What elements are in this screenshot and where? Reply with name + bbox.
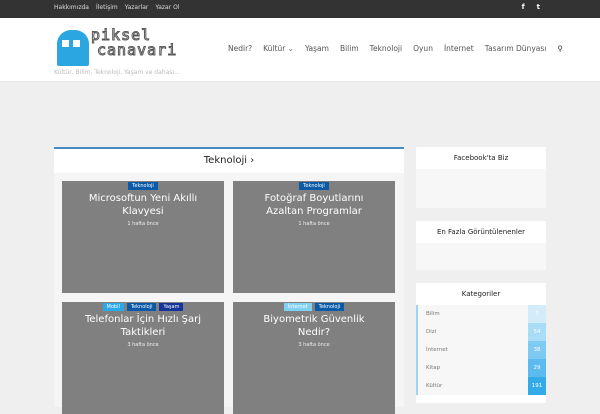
ghost-logo-icon	[57, 30, 89, 66]
category-count: 38	[528, 341, 546, 359]
category-tag[interactable]: Teknoloji	[299, 182, 329, 190]
category-item[interactable]: Dizi 54	[416, 323, 546, 341]
post-time: 3 hafta önce	[298, 342, 330, 348]
category-name: Dizi	[418, 323, 528, 341]
post-card[interactable]: İnternet Teknoloji Biyometrik Güvenlik Ned…	[233, 302, 395, 414]
category-tag[interactable]: Teknoloji	[126, 303, 157, 311]
logo-text-2: canavari	[96, 41, 178, 59]
post-title[interactable]: Microsoftun Yeni Akıllı Klavyesi	[62, 192, 224, 218]
popular-widget: En Fazla Görüntülenenler	[416, 221, 546, 270]
link-yazarlar[interactable]: Yazarlar	[125, 4, 149, 11]
nav-nedir[interactable]: Nedir?	[228, 44, 252, 53]
post-time: 1 hafta önce	[127, 221, 159, 227]
category-tag[interactable]: Yaşam	[159, 303, 184, 311]
category-count: 191	[528, 377, 546, 395]
category-tag[interactable]: Mobil	[102, 303, 124, 311]
nav-yasam[interactable]: Yaşam	[305, 44, 329, 53]
section-title[interactable]: Teknoloji ›	[54, 149, 404, 173]
tagline: Kültür, Bilim, Teknoloji, Yaşam ve dahas…	[54, 69, 180, 76]
category-tag[interactable]: İnternet	[283, 303, 312, 311]
post-card[interactable]: Mobil Teknoloji Yaşam Telefonlar İçin Hızlı…	[62, 302, 224, 414]
link-hakkimizda[interactable]: Hakkımızda	[54, 4, 89, 11]
category-name: İnternet	[418, 341, 528, 359]
post-title[interactable]: Telefonlar İçin Hızlı Şarj Taktikleri	[62, 313, 224, 339]
post-title[interactable]: Biyometrik Güvenlik Nedir?	[233, 313, 395, 339]
link-iletisim[interactable]: İletişim	[96, 4, 118, 11]
post-card[interactable]: Teknoloji Microsoftun Yeni Akıllı Klavyes…	[62, 181, 224, 293]
top-links: Hakkımızda İletişim Yazarlar Yazar Ol	[54, 4, 179, 11]
facebook-widget: Facebook'ta Biz	[416, 147, 546, 208]
twitter-icon[interactable]: t	[537, 3, 540, 11]
category-tag[interactable]: Teknoloji	[314, 303, 345, 311]
category-item[interactable]: Bilim 7	[416, 305, 546, 323]
site-header: piksel canavari Kültür, Bilim, Teknoloji,…	[0, 18, 600, 82]
category-item[interactable]: Kültür 191	[416, 377, 546, 395]
widget-title: En Fazla Görüntülenenler	[416, 221, 546, 243]
nav-internet[interactable]: İnternet	[444, 44, 474, 53]
facebook-icon[interactable]: f	[522, 3, 525, 11]
category-count: 54	[528, 323, 546, 341]
post-card[interactable]: Teknoloji Fotoğraf Boyutlarını Azaltan Pr…	[233, 181, 395, 293]
link-yazar-ol[interactable]: Yazar Ol	[155, 4, 179, 11]
widget-title: Facebook'ta Biz	[416, 147, 546, 169]
nav-tasarim[interactable]: Tasarım Dünyası	[485, 44, 547, 53]
category-name: Kitap	[418, 359, 528, 377]
widget-title: Kategoriler	[416, 283, 546, 305]
post-time: 3 hafta önce	[127, 342, 159, 348]
top-bar: Hakkımızda İletişim Yazarlar Yazar Ol f …	[0, 0, 600, 18]
nav-bilim[interactable]: Bilim	[340, 44, 359, 53]
main-nav: Nedir? Kültür ⌄ Yaşam Bilim Teknoloji Oy…	[228, 44, 563, 53]
category-count: 29	[528, 359, 546, 377]
nav-oyun[interactable]: Oyun	[413, 44, 433, 53]
nav-teknoloji[interactable]: Teknoloji	[370, 44, 402, 53]
category-item[interactable]: İnternet 38	[416, 341, 546, 359]
site-logo[interactable]: piksel canavari	[57, 27, 187, 72]
nav-kultur[interactable]: Kültür ⌄	[263, 44, 294, 53]
post-title[interactable]: Fotoğraf Boyutlarını Azaltan Programlar	[233, 192, 395, 218]
category-tag[interactable]: Teknoloji	[128, 182, 158, 190]
post-time: 1 hafta önce	[298, 221, 330, 227]
category-name: Kültür	[418, 377, 528, 395]
category-count: 7	[528, 305, 546, 323]
search-icon[interactable]: ⚲	[557, 44, 563, 53]
category-item[interactable]: Kitap 29	[416, 359, 546, 377]
categories-widget: Kategoriler Bilim 7 Dizi 54 İnternet 38 Kitap 2…	[416, 283, 546, 403]
category-name: Bilim	[418, 305, 528, 323]
